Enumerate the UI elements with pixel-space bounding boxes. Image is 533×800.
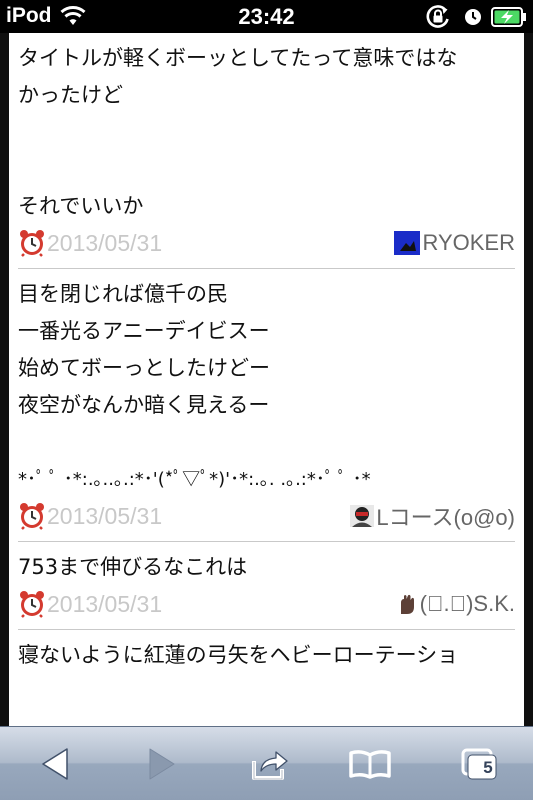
- post-line: 夜空がなんか暗く見えるー: [18, 393, 270, 417]
- share-icon: [252, 751, 288, 780]
- post-item: 目を閉じれば億千の民 一番光るアニーデイビスー 始めてボーっとしたけどー 夜空が…: [18, 269, 515, 536]
- tab-count: 5: [483, 758, 493, 777]
- author-name: RYOKER: [422, 230, 515, 255]
- post-line: [18, 114, 515, 151]
- tabs-button[interactable]: 5: [451, 739, 507, 789]
- post-line: [18, 424, 515, 461]
- post-author[interactable]: (ﾟ.ﾟ)S.K.: [396, 589, 515, 619]
- web-content[interactable]: タイトルが軽くボーッとしてたって意味ではな かったけど それでいいか 2013/…: [0, 33, 533, 726]
- alarm-clock-icon: [20, 503, 44, 530]
- post-item: 寝ないように紅蓮の弓矢をヘビーローテーショ: [18, 630, 515, 674]
- battery-charging-icon: [491, 7, 527, 31]
- author-name: Lコース(o@o): [376, 505, 515, 530]
- forward-button[interactable]: [134, 739, 190, 789]
- post-meta: 2013/05/31 Lコース(o@o): [18, 498, 515, 536]
- post-body: 寝ないように紅蓮の弓矢をヘビーローテーショ: [18, 637, 515, 674]
- post-author[interactable]: Lコース(o@o): [350, 501, 515, 531]
- browser-toolbar: 5: [0, 726, 533, 800]
- post-body: 753まで伸びるなこれは: [18, 549, 515, 586]
- status-time: 23:42: [238, 4, 295, 29]
- ipod-screen: iPod 23:42 タイトルが軽くボーッとしてたって意味ではな かったけど そ…: [0, 0, 533, 800]
- share-button[interactable]: [242, 739, 298, 789]
- post-item: 753まで伸びるなこれは 2013/05/31 (ﾟ.ﾟ)S.K.: [18, 542, 515, 624]
- page-panel: タイトルが軽くボーッとしてたって意味ではな かったけど それでいいか 2013/…: [9, 33, 524, 726]
- post-line: タイトルが軽くボーッとしてたって意味ではな: [18, 46, 458, 70]
- post-date: 2013/05/31: [18, 228, 162, 258]
- post-date: 2013/05/31: [18, 501, 162, 531]
- post-date-text: 2013/05/31: [47, 229, 163, 256]
- bookmarks-icon: [349, 750, 391, 779]
- post-meta: 2013/05/31 RYOKER: [18, 225, 515, 263]
- avatar-icon: [394, 231, 421, 255]
- orientation-lock-icon: [425, 5, 451, 33]
- post-date: 2013/05/31: [18, 589, 162, 619]
- back-button[interactable]: [27, 739, 83, 789]
- post-line: [18, 151, 515, 188]
- avatar-icon: [350, 505, 375, 527]
- status-bar: iPod 23:42: [0, 0, 533, 33]
- post-line: 目を閉じれば億千の民: [18, 282, 228, 306]
- hand-icon: [400, 594, 414, 614]
- post-line: 753まで伸びるなこれは: [18, 555, 248, 579]
- post-body: 目を閉じれば億千の民 一番光るアニーデイビスー 始めてボーっとしたけどー 夜空が…: [18, 276, 515, 498]
- post-line: それでいいか: [18, 194, 144, 218]
- post-line: *･ﾟ ﾟ ･*:.｡..｡.:*･'(*ﾟ▽ﾟ*)'･*:.｡. .｡.:*･…: [18, 469, 371, 490]
- post-date-text: 2013/05/31: [47, 502, 163, 529]
- alarm-clock-icon: [20, 230, 44, 257]
- alarm-clock-icon: [20, 591, 44, 618]
- post-date-text: 2013/05/31: [47, 590, 163, 617]
- post-item: タイトルが軽くボーッとしてたって意味ではな かったけど それでいいか 2013/…: [18, 33, 515, 263]
- alarm-icon: [464, 8, 482, 30]
- post-line: かったけど: [18, 83, 123, 107]
- back-arrow-icon: [42, 748, 68, 780]
- post-line: 始めてボーっとしたけどー: [18, 356, 270, 380]
- author-name: (ﾟ.ﾟ)S.K.: [419, 591, 515, 616]
- post-line: 寝ないように紅蓮の弓矢をヘビーローテーショ: [18, 643, 459, 667]
- post-author[interactable]: RYOKER: [394, 228, 515, 258]
- bookmarks-button[interactable]: [342, 739, 398, 789]
- forward-arrow-icon: [149, 748, 175, 780]
- post-line: 一番光るアニーデイビスー: [18, 319, 270, 343]
- post-body: タイトルが軽くボーッとしてたって意味ではな かったけど それでいいか: [18, 40, 515, 225]
- post-meta: 2013/05/31 (ﾟ.ﾟ)S.K.: [18, 586, 515, 624]
